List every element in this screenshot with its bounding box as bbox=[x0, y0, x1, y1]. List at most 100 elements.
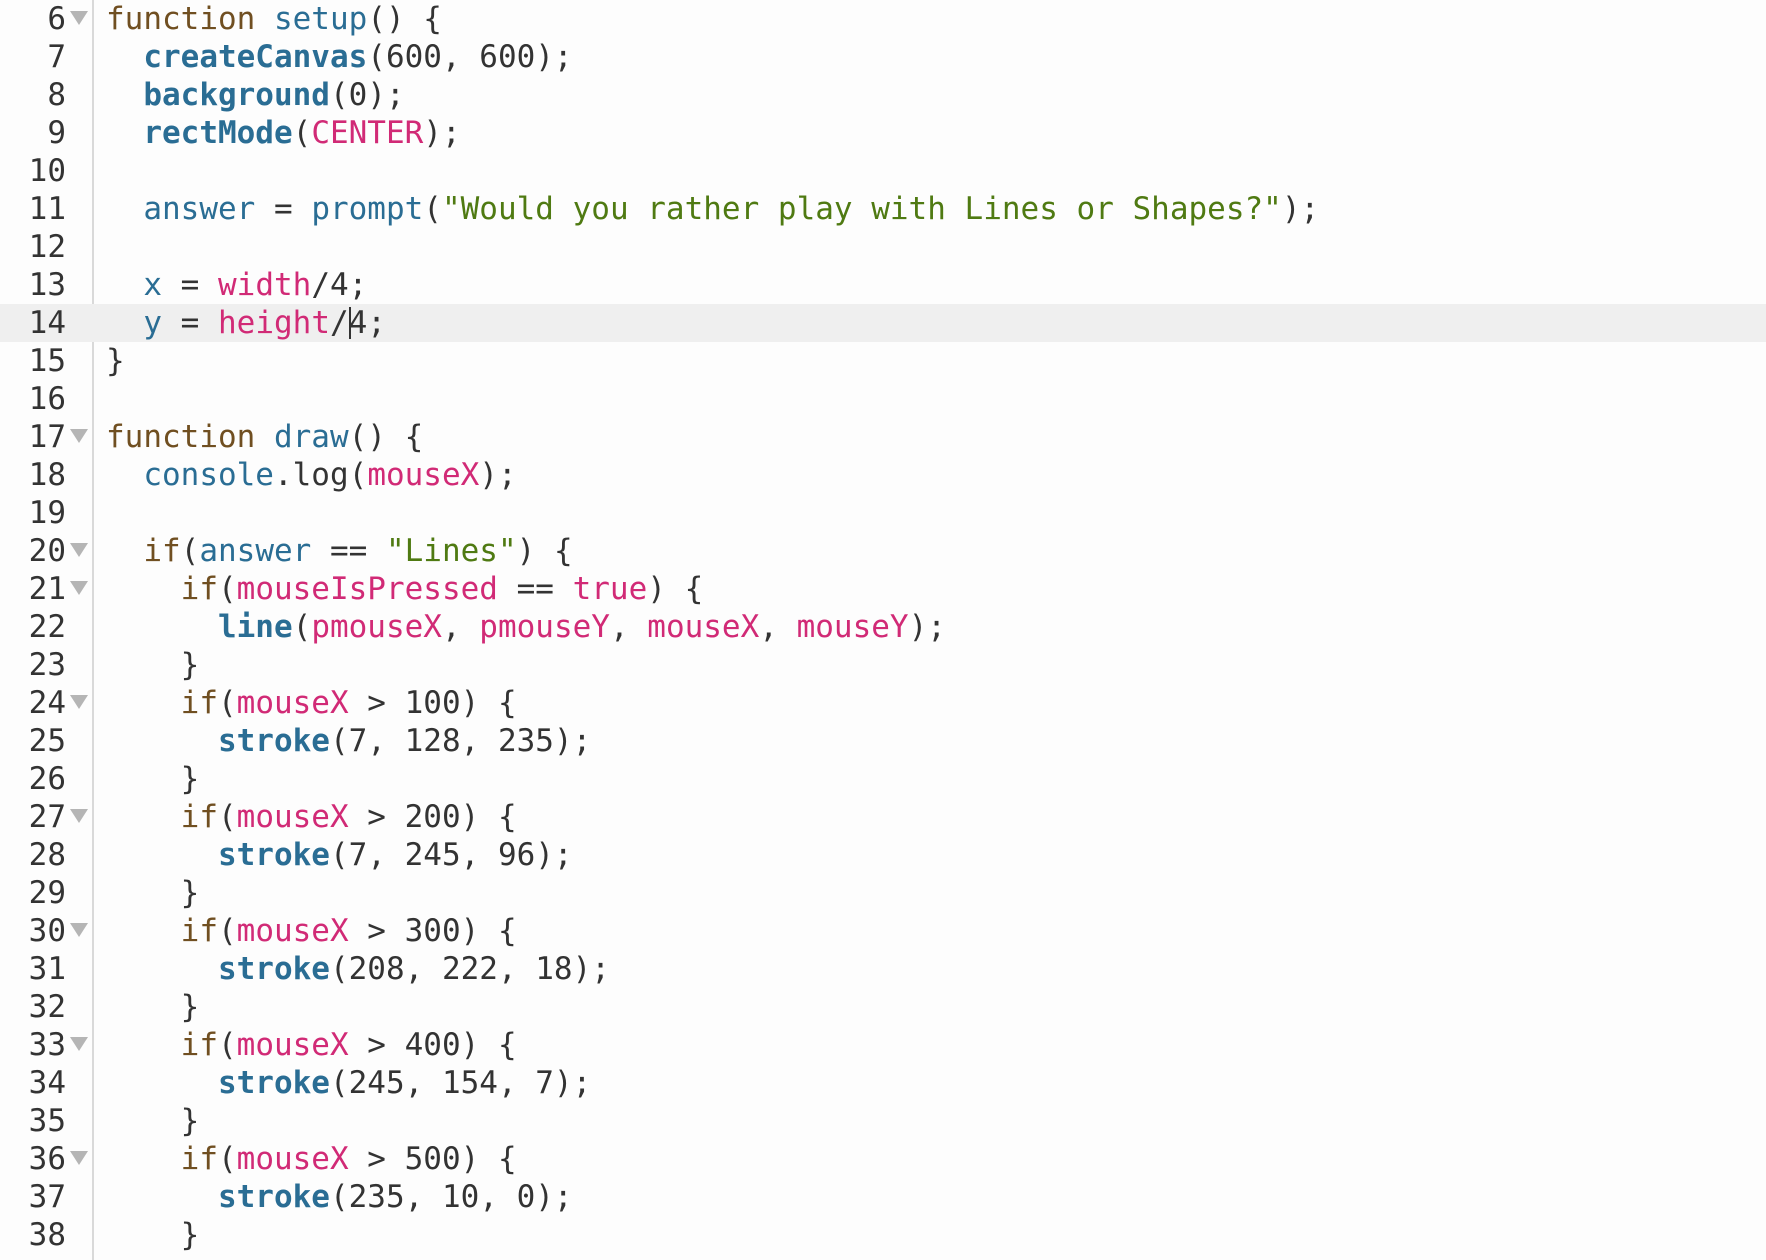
code-line[interactable]: 30 if(mouseX > 300) { bbox=[0, 912, 1766, 950]
code-text: } bbox=[106, 342, 125, 380]
fold-arrow-icon[interactable] bbox=[70, 1037, 88, 1051]
code-line[interactable]: 33 if(mouseX > 400) { bbox=[0, 1026, 1766, 1064]
code-token: == bbox=[311, 533, 386, 569]
code-token: mouseY bbox=[796, 609, 909, 645]
code-line[interactable]: 34 stroke(245, 154, 7); bbox=[0, 1064, 1766, 1102]
code-line[interactable]: 6 function setup() { bbox=[0, 0, 1766, 38]
code-line[interactable]: 13 x = width/4; bbox=[0, 266, 1766, 304]
code-token: ( bbox=[292, 115, 312, 151]
code-token: ( bbox=[217, 685, 237, 721]
code-line[interactable]: 28 stroke(7, 245, 96); bbox=[0, 836, 1766, 874]
line-number: 37 bbox=[28, 1179, 66, 1215]
code-text: if(mouseX > 300) { bbox=[106, 912, 517, 950]
code-line[interactable]: 10 bbox=[0, 152, 1766, 190]
code-text: if(mouseX > 500) { bbox=[106, 1140, 517, 1178]
line-number: 23 bbox=[28, 647, 66, 683]
code-token: ( bbox=[217, 799, 237, 835]
line-number: 30 bbox=[28, 913, 66, 949]
code-token: ( bbox=[217, 1027, 237, 1063]
code-line[interactable]: 17 function draw() { bbox=[0, 418, 1766, 456]
code-token: ); bbox=[423, 115, 461, 151]
code-line[interactable]: 38 } bbox=[0, 1216, 1766, 1254]
line-number: 32 bbox=[28, 989, 66, 1025]
code-line[interactable]: 27 if(mouseX > 200) { bbox=[0, 798, 1766, 836]
code-token: ( bbox=[217, 913, 237, 949]
code-line[interactable]: 15} bbox=[0, 342, 1766, 380]
line-number: 29 bbox=[28, 875, 66, 911]
fold-arrow-icon[interactable] bbox=[70, 695, 88, 709]
code-line[interactable]: 35 } bbox=[0, 1102, 1766, 1140]
code-line[interactable]: 31 stroke(208, 222, 18); bbox=[0, 950, 1766, 988]
code-token: setup bbox=[273, 1, 368, 37]
code-line[interactable]: 32 } bbox=[0, 988, 1766, 1026]
code-token: function bbox=[106, 419, 256, 455]
code-token: mouseX bbox=[236, 913, 349, 949]
code-text: createCanvas(600, 600); bbox=[106, 38, 572, 76]
fold-arrow-icon[interactable] bbox=[70, 1151, 88, 1165]
code-text: stroke(7, 128, 235); bbox=[106, 722, 591, 760]
code-token: == bbox=[497, 571, 573, 607]
code-line[interactable]: 37 stroke(235, 10, 0); bbox=[0, 1178, 1766, 1216]
line-number: 18 bbox=[28, 457, 66, 493]
active-code-line[interactable]: 14 y = height/4; bbox=[0, 304, 1766, 342]
code-text: background(0); bbox=[106, 76, 405, 114]
code-token: width bbox=[218, 267, 312, 303]
fold-arrow-icon[interactable] bbox=[70, 543, 88, 557]
code-token: function bbox=[106, 1, 256, 37]
code-line[interactable]: 16 bbox=[0, 380, 1766, 418]
line-number: 6 bbox=[47, 1, 66, 37]
code-token: stroke bbox=[217, 723, 330, 759]
code-text: line(pmouseX, pmouseY, mouseX, mouseY); bbox=[106, 608, 946, 646]
code-text: } bbox=[106, 1102, 200, 1140]
code-area[interactable]: 6 function setup() {7 createCanvas(600, 6… bbox=[0, 0, 1766, 1254]
code-line[interactable]: 20 if(answer == "Lines") { bbox=[0, 532, 1766, 570]
line-number: 16 bbox=[28, 381, 66, 417]
code-line[interactable]: 26 } bbox=[0, 760, 1766, 798]
code-line[interactable]: 7 createCanvas(600, 600); bbox=[0, 38, 1766, 76]
code-line[interactable]: 8 background(0); bbox=[0, 76, 1766, 114]
code-token: if bbox=[180, 685, 218, 721]
code-text: } bbox=[106, 646, 200, 684]
code-line[interactable]: 24 if(mouseX > 100) { bbox=[0, 684, 1766, 722]
code-line[interactable]: 36 if(mouseX > 500) { bbox=[0, 1140, 1766, 1178]
code-line[interactable]: 19 bbox=[0, 494, 1766, 532]
code-line[interactable]: 25 stroke(7, 128, 235); bbox=[0, 722, 1766, 760]
code-line[interactable]: 29 } bbox=[0, 874, 1766, 912]
code-token: mouseX bbox=[236, 1141, 349, 1177]
fold-arrow-icon[interactable] bbox=[70, 809, 88, 823]
fold-arrow-icon[interactable] bbox=[70, 429, 88, 443]
code-editor[interactable]: 6 function setup() {7 createCanvas(600, 6… bbox=[0, 0, 1766, 1260]
code-line[interactable]: 9 rectMode(CENTER); bbox=[0, 114, 1766, 152]
code-token: answer bbox=[143, 191, 256, 227]
code-token: if bbox=[180, 571, 218, 607]
code-line[interactable]: 21 if(mouseIsPressed == true) { bbox=[0, 570, 1766, 608]
code-line[interactable]: 12 bbox=[0, 228, 1766, 266]
code-line[interactable]: 22 line(pmouseX, pmouseY, mouseX, mouseY… bbox=[0, 608, 1766, 646]
fold-arrow-icon[interactable] bbox=[70, 11, 88, 25]
code-token: rectMode bbox=[143, 115, 293, 151]
line-number: 31 bbox=[28, 951, 66, 987]
code-line[interactable]: 23 } bbox=[0, 646, 1766, 684]
code-token: /4; bbox=[311, 267, 368, 303]
code-line[interactable]: 18 console.log(mouseX); bbox=[0, 456, 1766, 494]
code-line[interactable]: 11 answer = prompt("Would you rather pla… bbox=[0, 190, 1766, 228]
code-token: background bbox=[143, 77, 330, 113]
code-text: function setup() { bbox=[106, 0, 442, 38]
fold-arrow-icon[interactable] bbox=[70, 581, 88, 595]
line-number: 34 bbox=[28, 1065, 66, 1101]
code-text: stroke(235, 10, 0); bbox=[106, 1178, 573, 1216]
code-token: (0); bbox=[329, 77, 405, 113]
code-text: } bbox=[106, 874, 200, 912]
code-token: ) { bbox=[647, 571, 704, 607]
line-number: 10 bbox=[28, 153, 66, 189]
fold-arrow-icon[interactable] bbox=[70, 923, 88, 937]
